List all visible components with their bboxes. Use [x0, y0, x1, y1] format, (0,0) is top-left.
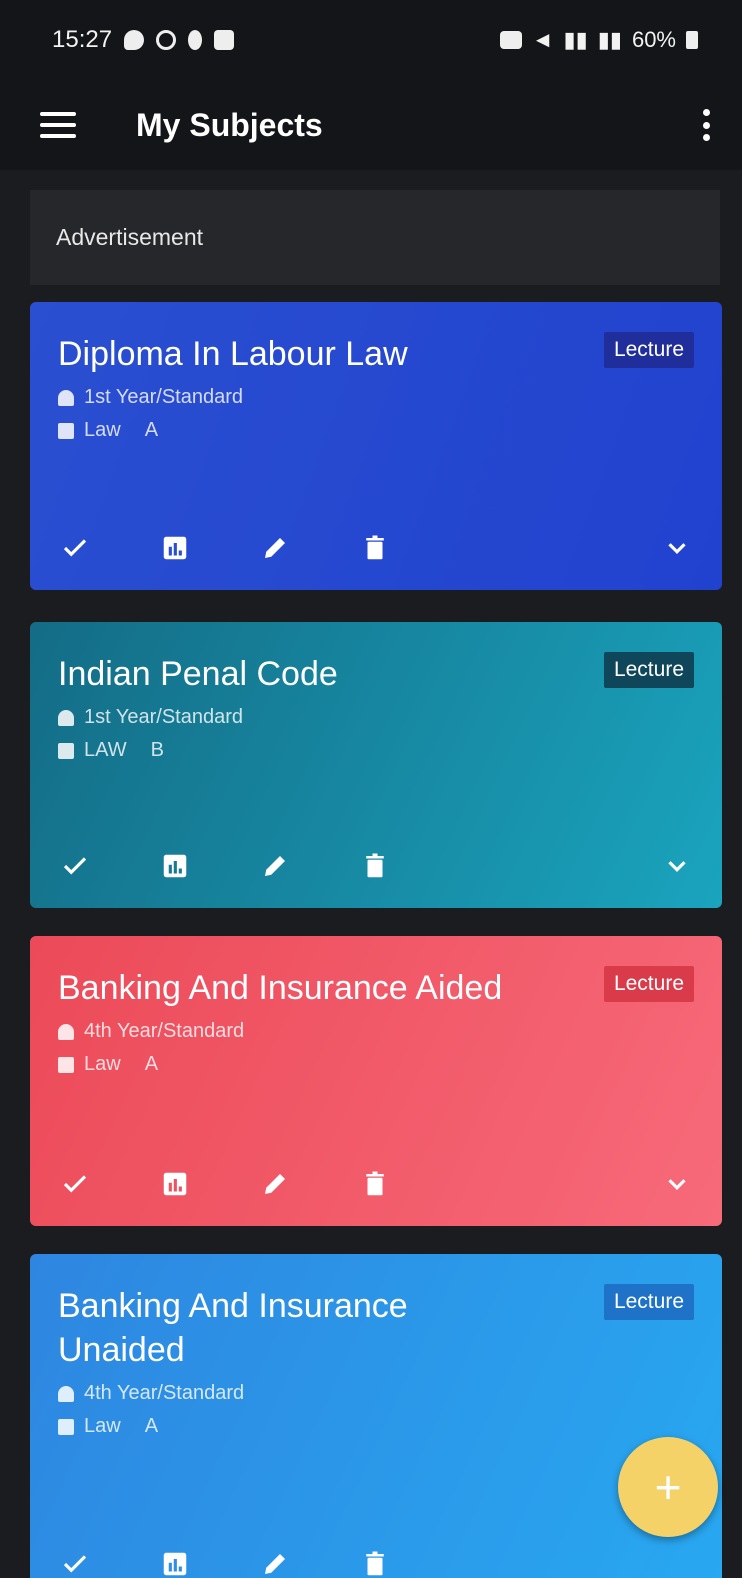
report-icon[interactable]: [158, 849, 192, 883]
advertisement-label: Advertisement: [56, 224, 204, 250]
report-icon[interactable]: [158, 1547, 192, 1578]
card-actions: [58, 1544, 694, 1578]
edit-icon[interactable]: [258, 1167, 292, 1201]
add-icon: +: [654, 1461, 682, 1513]
subject-name: Indian Penal Code: [58, 655, 338, 693]
section-label: A: [144, 1415, 159, 1437]
edit-icon[interactable]: [258, 849, 292, 883]
chevron-down-icon[interactable]: [660, 849, 694, 883]
person-icon: [58, 709, 74, 726]
person-icon: [58, 1385, 74, 1402]
subject-card[interactable]: Lecture Diploma In Labour Law 1st Year/S…: [30, 302, 722, 590]
section-label: A: [144, 1053, 159, 1075]
battery-icon: [686, 31, 698, 49]
year-label: 4th Year/Standard: [84, 1382, 245, 1404]
section-label: A: [144, 419, 159, 441]
signal-icon: ▮▮: [563, 27, 588, 52]
subject-card[interactable]: Lecture Banking And Insurance Unaided 4t…: [30, 1254, 722, 1578]
folder-icon: [58, 742, 74, 759]
chat-notification-icon: [124, 30, 145, 50]
alarm-icon: [499, 31, 522, 49]
advertisement-banner[interactable]: Advertisement: [30, 190, 720, 285]
status-right: ◄ ▮▮ ▮▮ 60%: [499, 27, 698, 53]
status-time: 15:27: [52, 26, 113, 53]
delete-icon[interactable]: [358, 1167, 392, 1201]
check-icon[interactable]: [58, 1167, 92, 1201]
mute-icon: ◄: [531, 27, 554, 52]
delete-icon[interactable]: [358, 531, 392, 565]
app-bar: My Subjects: [0, 80, 742, 170]
signal-icon-2: ▮▮: [597, 27, 622, 52]
lecture-badge: Lecture: [603, 966, 694, 1002]
card-actions: [58, 846, 694, 886]
add-subject-fab[interactable]: +: [618, 1437, 718, 1537]
check-icon[interactable]: [58, 531, 92, 565]
delete-icon[interactable]: [358, 1547, 392, 1578]
course-label: Law: [84, 419, 121, 441]
subject-name: Banking And Insurance Aided: [58, 969, 503, 1007]
card-actions: [58, 1164, 694, 1204]
subject-course: Law A: [58, 1415, 694, 1438]
overflow-menu-icon[interactable]: [700, 109, 712, 141]
message-notification-icon: [214, 30, 235, 50]
subject-card[interactable]: Lecture Banking And Insurance Aided 4th …: [30, 936, 722, 1226]
chevron-down-icon[interactable]: [660, 1167, 694, 1201]
subject-year: 4th Year/Standard: [58, 1382, 694, 1405]
check-icon[interactable]: [58, 1547, 92, 1578]
subject-course: Law A: [58, 419, 694, 442]
course-label: Law: [84, 1415, 121, 1437]
course-label: Law: [84, 1053, 121, 1075]
person-icon: [58, 389, 74, 406]
page-title: My Subjects: [136, 106, 323, 143]
battery-percent: 60%: [631, 27, 676, 52]
card-actions: [58, 528, 694, 568]
folder-icon: [58, 1056, 74, 1073]
status-bar: 15:27 ◄ ▮▮ ▮▮ 60%: [0, 0, 742, 80]
person-notification-icon: [188, 30, 203, 50]
course-label: LAW: [84, 739, 127, 761]
year-label: 4th Year/Standard: [84, 1020, 245, 1042]
delete-icon[interactable]: [358, 849, 392, 883]
section-label: B: [150, 739, 164, 761]
subject-year: 4th Year/Standard: [58, 1020, 694, 1043]
lecture-badge: Lecture: [603, 1284, 694, 1320]
edit-icon[interactable]: [258, 531, 292, 565]
chevron-down-icon[interactable]: [660, 531, 694, 565]
subject-name: Banking And Insurance Unaided: [58, 1287, 408, 1369]
subject-course: LAW B: [58, 739, 694, 762]
edit-icon[interactable]: [258, 1547, 292, 1578]
year-label: 1st Year/Standard: [84, 706, 244, 728]
lecture-badge: Lecture: [603, 652, 694, 688]
subject-year: 1st Year/Standard: [58, 706, 694, 729]
folder-icon: [58, 422, 74, 439]
check-icon[interactable]: [58, 849, 92, 883]
subject-name: Diploma In Labour Law: [58, 335, 408, 373]
menu-icon[interactable]: [40, 112, 76, 138]
whatsapp-icon: [156, 30, 177, 50]
subject-course: Law A: [58, 1053, 694, 1076]
subject-year: 1st Year/Standard: [58, 386, 694, 409]
report-icon[interactable]: [158, 1167, 192, 1201]
status-left: 15:27: [52, 26, 235, 54]
year-label: 1st Year/Standard: [84, 386, 244, 408]
subject-card[interactable]: Lecture Indian Penal Code 1st Year/Stand…: [30, 622, 722, 908]
folder-icon: [58, 1418, 74, 1435]
lecture-badge: Lecture: [603, 332, 694, 368]
report-icon[interactable]: [158, 531, 192, 565]
person-icon: [58, 1023, 74, 1040]
